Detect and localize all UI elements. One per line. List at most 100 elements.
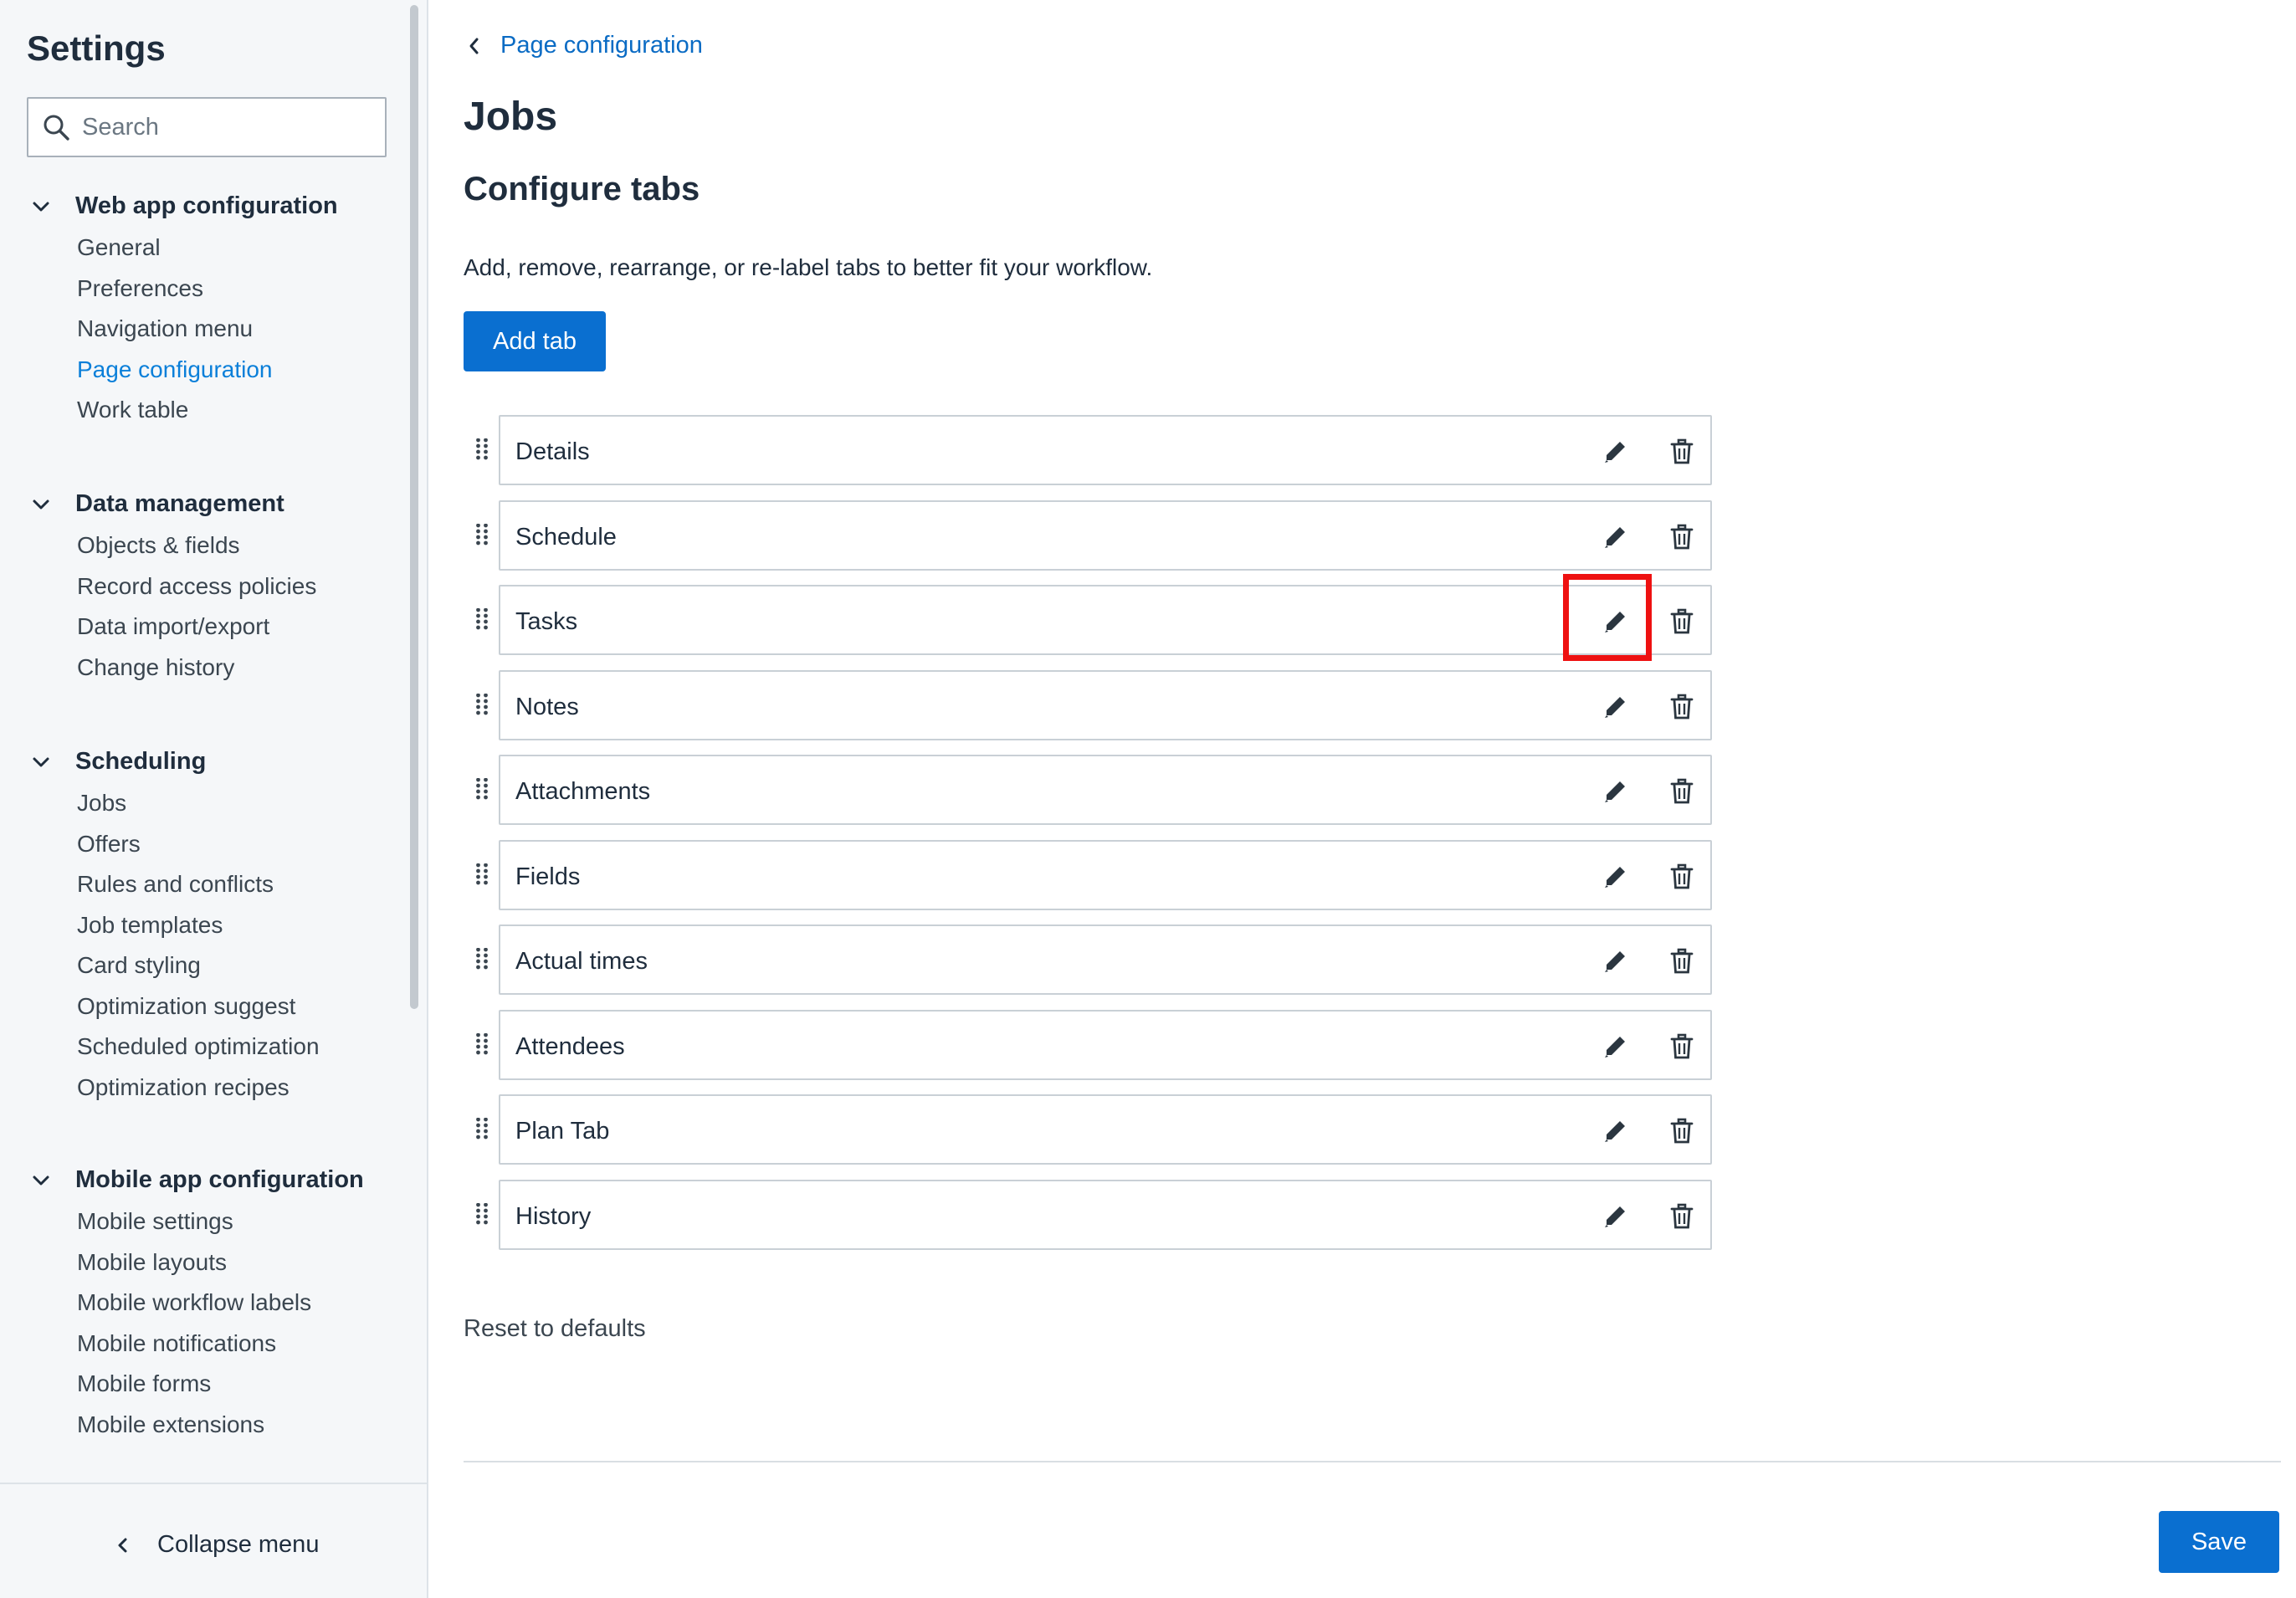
delete-tab-button[interactable]	[1663, 773, 1700, 810]
pencil-icon	[1605, 1121, 1625, 1142]
drag-handle-icon	[476, 693, 488, 714]
drag-handle[interactable]	[475, 607, 489, 634]
tab-row: Attachments	[464, 755, 1719, 825]
sidebar-search[interactable]	[27, 97, 387, 157]
chevron-down-icon	[33, 202, 49, 212]
edit-tab-button[interactable]	[1596, 519, 1633, 556]
tab-item: Fields	[499, 839, 1712, 910]
collapse-menu-button[interactable]: Collapse menu	[114, 1531, 319, 1559]
drag-handle[interactable]	[475, 1032, 489, 1059]
sidebar-scroll-area: Settings Web app configuration General Pre…	[0, 0, 427, 1483]
tab-item: Attendees	[499, 1009, 1712, 1080]
sidebar-item[interactable]: Objects & fields	[77, 532, 240, 559]
edit-tab-button[interactable]	[1596, 689, 1633, 725]
tab-name: Actual times	[515, 948, 648, 975]
delete-tab-button[interactable]	[1663, 1198, 1700, 1235]
tab-row: Fields	[464, 839, 1719, 910]
sidebar-scrollbar[interactable]	[410, 5, 418, 1009]
drag-handle[interactable]	[475, 1202, 489, 1229]
edit-tab-button[interactable]	[1596, 943, 1633, 980]
delete-tab-button[interactable]	[1663, 1113, 1700, 1150]
sidebar-item[interactable]: Optimization recipes	[77, 1074, 290, 1101]
delete-tab-button[interactable]	[1663, 519, 1700, 556]
sidebar-item[interactable]: Job templates	[77, 912, 223, 939]
delete-tab-button[interactable]	[1663, 858, 1700, 895]
add-tab-button[interactable]: Add tab	[464, 311, 606, 371]
sidebar-item[interactable]: General	[77, 234, 161, 261]
search-input[interactable]	[82, 113, 366, 141]
pencil-icon	[1605, 866, 1625, 888]
chevron-left-icon	[118, 1538, 127, 1552]
sidebar-item[interactable]: Offers	[77, 831, 141, 858]
tab-item: Plan Tab	[499, 1094, 1712, 1165]
sidebar-section-label: Web app configuration	[75, 192, 338, 219]
drag-handle[interactable]	[475, 523, 489, 550]
drag-handle[interactable]	[475, 947, 489, 974]
tab-row: Actual times	[464, 924, 1719, 995]
sidebar-section-header[interactable]: Mobile app configuration	[0, 1163, 402, 1200]
sidebar-item[interactable]: Data import/export	[77, 613, 269, 640]
sidebar-item[interactable]: Work table	[77, 397, 188, 423]
tab-item: Tasks	[499, 585, 1712, 655]
sidebar-item[interactable]: Change history	[77, 654, 234, 681]
sidebar-item[interactable]: Page configuration	[77, 356, 273, 383]
edit-tab-button[interactable]	[1596, 433, 1633, 470]
sidebar-item[interactable]: Scheduled optimization	[77, 1033, 320, 1060]
tab-row: Plan Tab	[464, 1094, 1719, 1165]
chevron-down-icon	[33, 499, 49, 510]
search-icon	[44, 115, 69, 141]
sidebar-section-header[interactable]: Data management	[0, 487, 402, 524]
drag-handle[interactable]	[475, 438, 489, 464]
tab-name: Schedule	[515, 523, 617, 551]
sidebar-item[interactable]: Mobile extensions	[77, 1411, 264, 1438]
tab-row: Tasks	[464, 585, 1719, 655]
drag-handle-icon	[476, 947, 488, 970]
sidebar-item[interactable]: Card styling	[77, 952, 201, 979]
edit-tab-button[interactable]	[1596, 1198, 1633, 1235]
drag-handle[interactable]	[475, 777, 489, 804]
sidebar-item[interactable]: Mobile workflow labels	[77, 1289, 311, 1316]
delete-tab-button[interactable]	[1663, 689, 1700, 725]
sidebar-item[interactable]: Record access policies	[77, 573, 316, 600]
trash-icon	[1670, 524, 1694, 549]
trash-icon	[1670, 1203, 1694, 1228]
trash-icon	[1670, 778, 1694, 804]
settings-sidebar: Settings Web app configuration General Pre…	[0, 0, 428, 1598]
edit-tab-button[interactable]	[1596, 858, 1633, 895]
sidebar-item[interactable]: Mobile notifications	[77, 1330, 276, 1357]
edit-tab-button[interactable]	[1596, 1113, 1633, 1150]
reset-to-defaults-link[interactable]: Reset to defaults	[464, 1315, 646, 1343]
breadcrumb-back-link[interactable]: Page configuration	[465, 32, 703, 59]
drag-handle-icon	[476, 863, 488, 884]
sidebar-item[interactable]: Rules and conflicts	[77, 871, 274, 898]
tab-row: History	[464, 1179, 1719, 1250]
drag-handle-icon	[476, 1117, 488, 1140]
tab-item: Details	[499, 415, 1712, 485]
sidebar-item[interactable]: Mobile settings	[77, 1208, 233, 1235]
drag-handle[interactable]	[475, 693, 489, 720]
sidebar-section-header[interactable]: Web app configuration	[0, 189, 402, 226]
tab-row: Schedule	[464, 499, 1719, 571]
edit-tab-button[interactable]	[1596, 603, 1633, 640]
sidebar-item[interactable]: Mobile forms	[77, 1370, 211, 1397]
tab-row: Details	[464, 415, 1719, 485]
drag-handle[interactable]	[475, 1117, 489, 1144]
save-button[interactable]: Save	[2159, 1511, 2279, 1573]
delete-tab-button[interactable]	[1663, 433, 1700, 470]
edit-tab-button[interactable]	[1596, 773, 1633, 810]
sidebar-item[interactable]: Jobs	[77, 790, 126, 817]
drag-handle-icon	[476, 438, 488, 460]
delete-tab-button[interactable]	[1663, 943, 1700, 980]
trash-icon	[1670, 694, 1694, 719]
sidebar-item[interactable]: Navigation menu	[77, 315, 253, 342]
sidebar-section-header[interactable]: Scheduling	[0, 745, 402, 781]
sidebar-item[interactable]: Preferences	[77, 275, 203, 302]
trash-icon	[1670, 438, 1694, 464]
delete-tab-button[interactable]	[1663, 603, 1700, 640]
delete-tab-button[interactable]	[1663, 1028, 1700, 1065]
sidebar-item[interactable]: Mobile layouts	[77, 1249, 227, 1276]
sidebar-item[interactable]: Optimization suggest	[77, 993, 295, 1020]
sidebar-footer: Collapse menu	[0, 1483, 427, 1598]
drag-handle[interactable]	[475, 863, 489, 889]
edit-tab-button[interactable]	[1596, 1028, 1633, 1065]
